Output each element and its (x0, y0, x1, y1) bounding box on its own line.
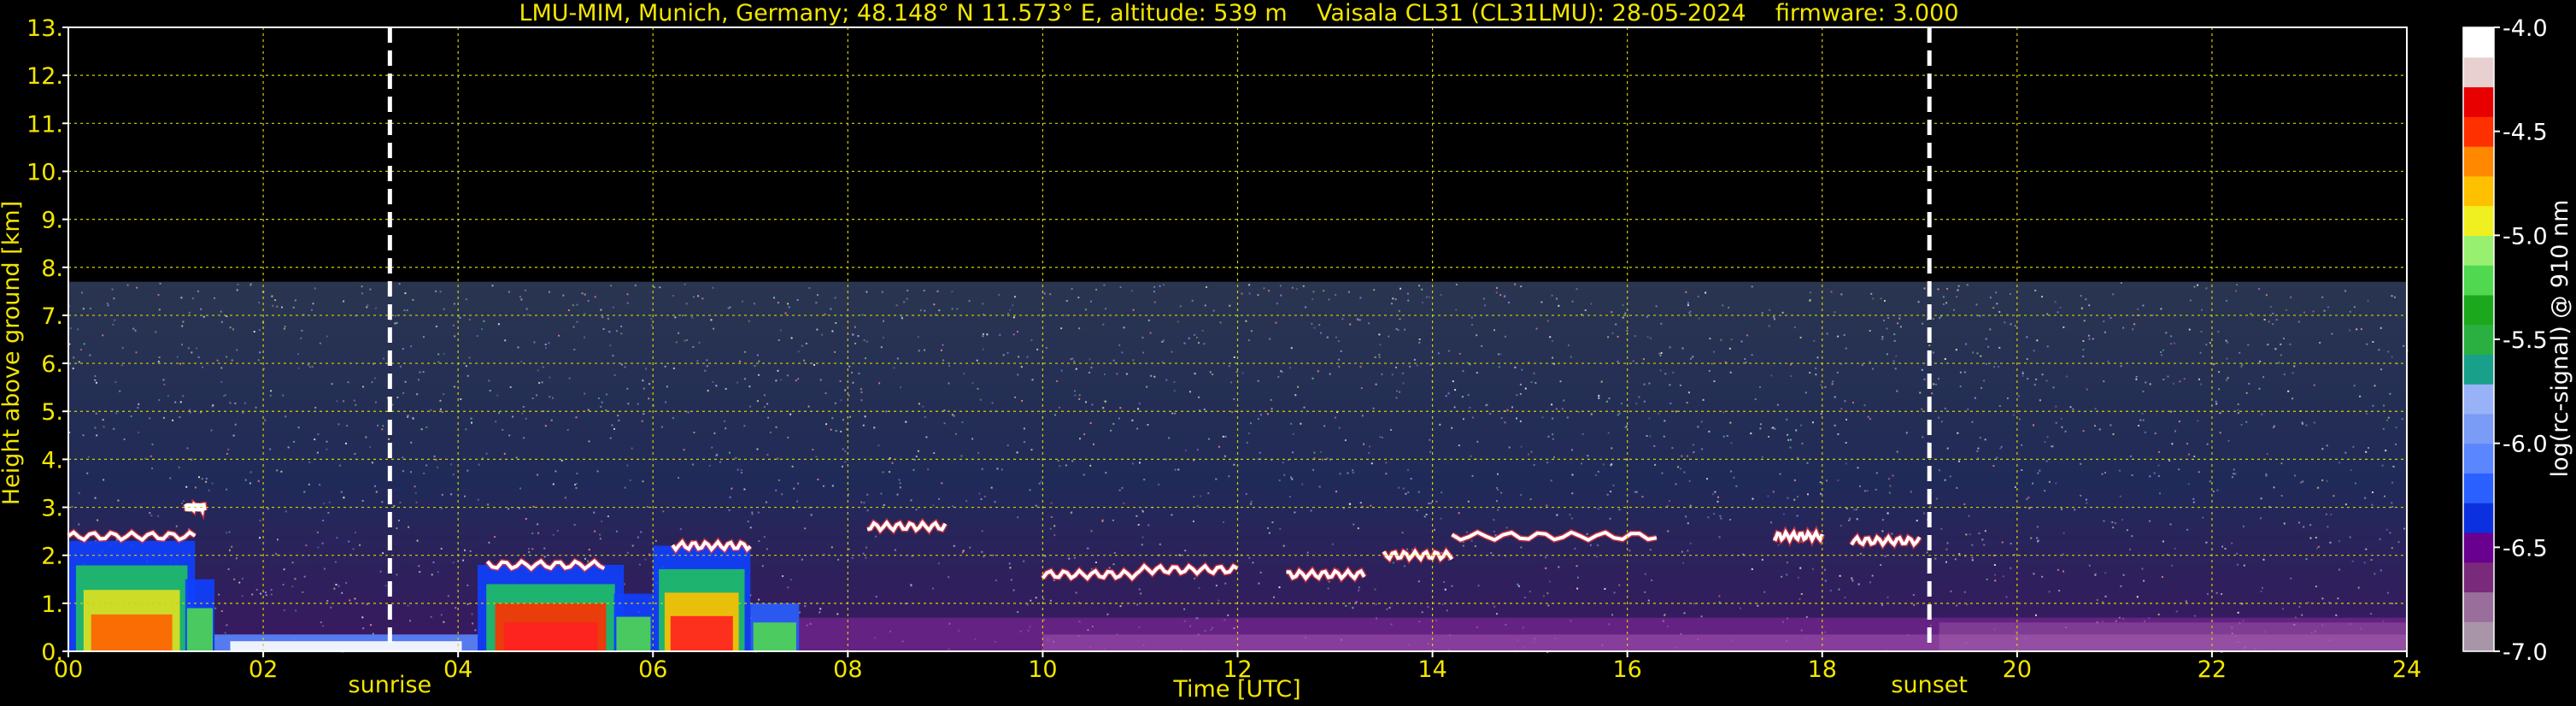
ceilometer-chart: sunrise sunset 00 02 04 06 08 10 12 14 16 18 20 22 24… (0, 0, 2576, 706)
boundary-layer (799, 617, 2407, 651)
colorbar-swatch (2463, 265, 2494, 296)
colorbar-swatch (2463, 56, 2494, 88)
colorbar-tick-label: -5.5 (2503, 327, 2548, 354)
y-tick-label: 0. (41, 639, 63, 666)
chart-title: LMU-MIM, Munich, Germany; 48.148° N 11.5… (519, 0, 1958, 26)
x-axis-label: Time [UTC] (1172, 676, 1300, 703)
colorbar-swatch (2463, 532, 2494, 563)
colorbar-tick-label: -4.0 (2503, 15, 2548, 42)
y-tick-label: 12. (26, 63, 63, 90)
x-tick-label: 20 (2003, 656, 2032, 683)
colorbar-swatch (2463, 384, 2494, 415)
colorbar-swatch (2463, 205, 2494, 236)
x-tick-label: 22 (2198, 656, 2227, 683)
colorbar-swatch (2463, 27, 2494, 58)
colorbar-swatch (2463, 591, 2494, 622)
x-tick-label: 02 (249, 656, 278, 683)
y-tick-label: 3. (41, 496, 63, 522)
colorbar-swatch (2463, 86, 2494, 117)
plot-area (66, 27, 2409, 653)
colorbar-swatch (2463, 503, 2494, 533)
colorbar-swatch (2463, 354, 2494, 385)
y-tick-label: 5. (41, 399, 63, 426)
colorbar-tick-label: -7.0 (2503, 639, 2548, 666)
colorbar-swatch (2463, 413, 2494, 444)
y-tick-label: 8. (41, 256, 63, 282)
colorbar-swatch (2463, 235, 2494, 266)
colorbar-swatch (2463, 175, 2494, 207)
colorbar-swatch (2463, 562, 2494, 593)
y-tick-label: 9. (41, 208, 63, 234)
colorbar-label: log(rc-signal) @ 910 nm (2547, 200, 2573, 478)
y-tick-label: 6. (41, 351, 63, 378)
colorbar-swatch (2463, 621, 2494, 652)
colorbar-swatch (2463, 146, 2494, 177)
y-tick-label: 4. (41, 447, 63, 474)
x-tick-label: 18 (1808, 656, 1837, 683)
y-tick-label: 2. (41, 544, 63, 570)
y-tick-label: 13. (26, 15, 63, 42)
colorbar-tick-label: -4.5 (2503, 120, 2548, 146)
colorbar-tick-label: -6.0 (2503, 432, 2548, 458)
colorbar-swatch (2463, 473, 2494, 503)
x-tick-label: 14 (1417, 656, 1446, 683)
colorbar-swatch (2463, 443, 2494, 474)
y-tick-label: 1. (41, 591, 63, 618)
x-tick-label: 04 (443, 656, 472, 683)
x-tick-label: 16 (1612, 656, 1641, 683)
colorbar-swatch (2463, 324, 2494, 355)
y-axis-label: Height above ground [km] (0, 201, 25, 505)
y-tick-label: 10. (26, 159, 63, 185)
x-tick-label: 10 (1028, 656, 1057, 683)
y-tick-label: 11. (26, 111, 63, 138)
x-tick-label: 24 (2392, 656, 2421, 683)
colorbar-tick-label: -5.0 (2503, 223, 2548, 250)
colorbar-swatch (2463, 116, 2494, 147)
y-tick-label: 7. (41, 303, 63, 330)
x-tick-label: 08 (833, 656, 862, 683)
colorbar-swatch (2463, 294, 2494, 326)
sunset-label: sunset (1891, 672, 1968, 698)
sunrise-label: sunrise (349, 672, 432, 698)
colorbar-tick-label: -6.5 (2503, 535, 2548, 562)
x-tick-label: 06 (638, 656, 667, 683)
